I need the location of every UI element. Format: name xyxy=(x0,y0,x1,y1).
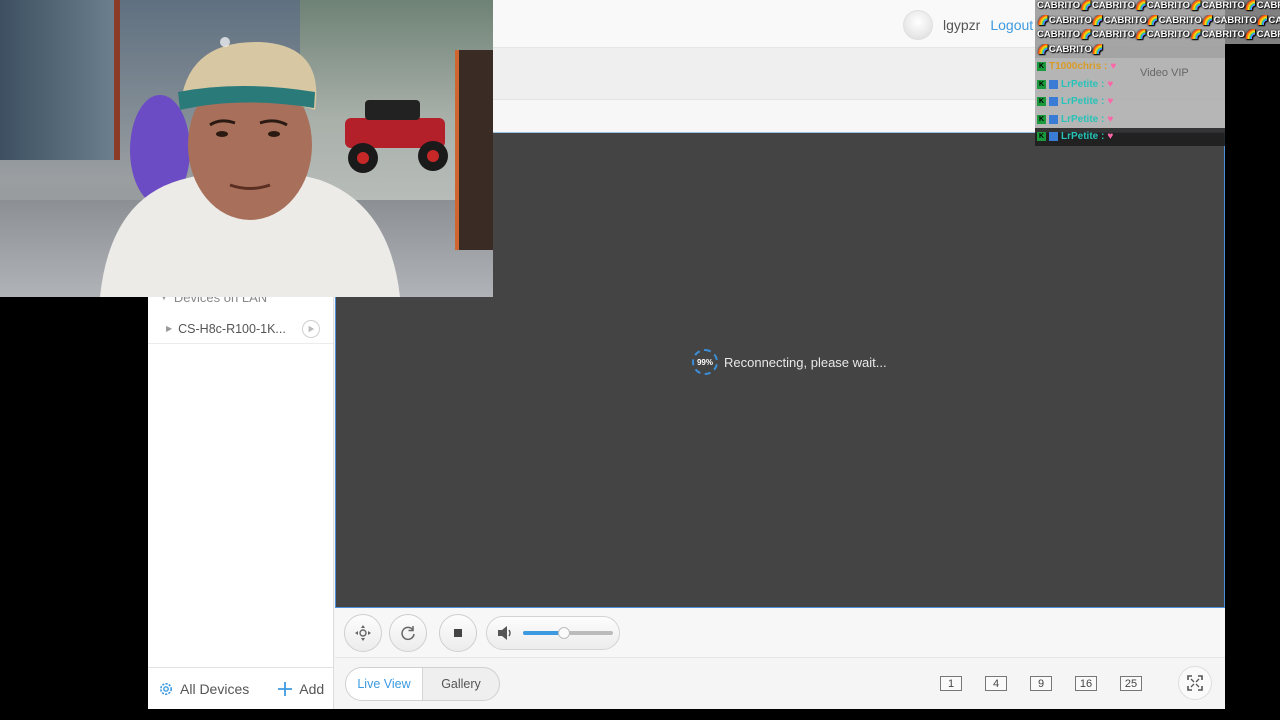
chat-spam-line: CABRITO🌈CABRITO🌈CABRITO🌈CABRITO🌈CABRITO🌈… xyxy=(1035,0,1280,15)
reconnect-status: 99% Reconnecting, please wait... xyxy=(692,349,887,375)
ptz-icon xyxy=(355,625,371,641)
chat-username: LrPetite : xyxy=(1061,96,1105,108)
volume-slider[interactable] xyxy=(523,627,613,639)
bottom-bar: Live View Gallery 1 4 9 16 25 xyxy=(335,658,1225,709)
kick-badge-icon: K xyxy=(1037,132,1046,142)
kick-badge-icon: K xyxy=(1037,97,1046,107)
layout-25-button[interactable]: 25 xyxy=(1120,676,1142,691)
fullscreen-icon xyxy=(1187,675,1203,691)
chat-username: LrPetite : xyxy=(1061,78,1105,90)
emote-icon: ♥ xyxy=(1107,131,1114,143)
emote-icon: ♥ xyxy=(1107,78,1114,90)
sub-badge-icon xyxy=(1049,79,1058,89)
volume-thumb[interactable] xyxy=(557,627,570,639)
all-devices-button[interactable]: All Devices xyxy=(158,681,249,697)
gear-icon xyxy=(160,682,172,695)
play-icon[interactable] xyxy=(302,319,321,338)
tab-gallery[interactable]: Gallery xyxy=(423,668,499,700)
webcam-overlay xyxy=(0,0,493,297)
add-device-button[interactable]: Add xyxy=(277,681,324,697)
status-message: Reconnecting, please wait... xyxy=(724,354,887,370)
chat-username: LrPetite : xyxy=(1061,113,1105,125)
chat-spam-line: 🌈CABRITO🌈 xyxy=(1035,43,1225,58)
stop-icon xyxy=(454,629,462,637)
sidebar-footer: All Devices Add xyxy=(148,667,333,709)
chat-username: LrPetite : xyxy=(1061,131,1105,143)
user-area: lgypzr Logout xyxy=(903,10,1033,40)
sub-badge-icon xyxy=(1049,114,1058,124)
logout-link[interactable]: Logout xyxy=(990,17,1033,33)
chat-spam-line: CABRITO🌈CABRITO🌈CABRITO🌈CABRITO🌈CABRITO🌈… xyxy=(1035,29,1280,44)
username: lgypzr xyxy=(943,17,981,33)
streamer-image xyxy=(100,37,400,297)
refresh-button[interactable] xyxy=(389,614,427,652)
chat-overlay: CABRITO🌈CABRITO🌈CABRITO🌈CABRITO🌈CABRITO🌈… xyxy=(1035,0,1280,150)
emote-icon: ♥ xyxy=(1107,96,1114,108)
screen: lgypzr Logout ▼ Devices on LAN ▶ CS-H8c-R… xyxy=(0,0,1280,720)
kick-badge-icon: K xyxy=(1037,114,1046,124)
chat-message: K LrPetite : ♥ xyxy=(1035,110,1225,128)
video-vip-label[interactable]: Video VIP xyxy=(1140,67,1189,79)
layout-4-button[interactable]: 4 xyxy=(985,676,1007,691)
playback-controls xyxy=(335,608,1225,658)
refresh-icon xyxy=(401,626,415,641)
chat-username: T1000chris : xyxy=(1049,61,1108,73)
loading-spinner-icon: 99% xyxy=(692,349,718,375)
kick-badge-icon: K xyxy=(1037,79,1046,89)
speaker-icon[interactable] xyxy=(495,623,515,643)
chat-spam-line: 🌈CABRITO🌈CABRITO🌈CABRITO🌈CABRITO🌈CABRITO… xyxy=(1035,14,1280,29)
fullscreen-button[interactable] xyxy=(1178,666,1212,700)
device-sidebar: ▼ Devices on LAN ▶ CS-H8c-R100-1K... All … xyxy=(148,290,334,709)
chevron-right-icon[interactable]: ▶ xyxy=(166,324,172,333)
layout-16-button[interactable]: 16 xyxy=(1075,676,1097,691)
volume-control[interactable] xyxy=(486,616,620,650)
emote-icon: ♥ xyxy=(1107,113,1114,125)
kick-badge-icon: K xyxy=(1037,62,1046,72)
ptz-button[interactable] xyxy=(344,614,382,652)
view-toggle: Live View Gallery xyxy=(345,667,500,701)
sub-badge-icon xyxy=(1049,97,1058,107)
sub-badge-icon xyxy=(1049,132,1058,142)
device-name: CS-H8c-R100-1K... xyxy=(178,321,286,336)
chat-message: K LrPetite : ♥ xyxy=(1035,128,1225,146)
layout-1-button[interactable]: 1 xyxy=(940,676,962,691)
plus-icon xyxy=(278,681,293,696)
avatar[interactable] xyxy=(903,10,933,40)
device-row[interactable]: ▶ CS-H8c-R100-1K... xyxy=(148,314,333,344)
chat-message: K LrPetite : ♥ xyxy=(1035,93,1225,111)
chat-message: K T1000chris : ♥ xyxy=(1035,58,1225,76)
chat-message: K LrPetite : ♥ xyxy=(1035,75,1225,93)
emote-icon: ♥ xyxy=(1110,61,1117,73)
layout-9-button[interactable]: 9 xyxy=(1030,676,1052,691)
stop-button[interactable] xyxy=(439,614,477,652)
tab-live-view[interactable]: Live View xyxy=(346,668,423,700)
progress-percent: 99% xyxy=(696,357,713,367)
